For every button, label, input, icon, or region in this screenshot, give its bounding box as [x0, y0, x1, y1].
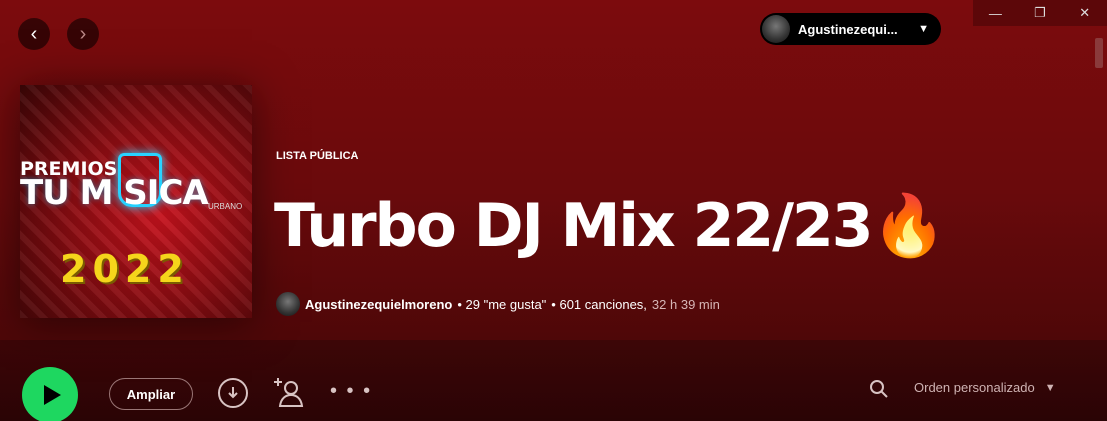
add-user-button[interactable]: [272, 376, 306, 408]
back-button[interactable]: ‹: [18, 18, 50, 50]
download-icon: [228, 387, 238, 399]
songs-count: • 601 canciones,: [551, 296, 647, 312]
avatar: [762, 15, 790, 43]
search-icon: [870, 380, 888, 398]
sort-label: Orden personalizado: [914, 380, 1035, 395]
sort-dropdown[interactable]: Orden personalizado ▼: [914, 380, 1056, 395]
add-user-icon: [274, 378, 304, 407]
owner-link[interactable]: Agustinezequielmoreno: [305, 297, 452, 312]
owner-avatar: [276, 292, 300, 316]
minimize-button[interactable]: —: [973, 0, 1018, 26]
play-button[interactable]: [22, 367, 78, 421]
user-name: Agustinezequi...: [798, 21, 898, 37]
playlist-meta: Agustinezequielmoreno • 29 "me gusta" • …: [276, 292, 720, 316]
cover-year-text: 2022: [60, 247, 190, 291]
scrollbar-thumb[interactable]: [1095, 38, 1103, 68]
restore-button[interactable]: ❐: [1018, 0, 1063, 26]
caret-down-icon: ▼: [1044, 381, 1056, 394]
download-button[interactable]: [218, 378, 248, 408]
forward-button[interactable]: ›: [67, 18, 99, 50]
close-button[interactable]: ✕: [1062, 0, 1107, 26]
chevron-left-icon: ‹: [30, 22, 38, 45]
cover-urbano-text: URBANO: [208, 202, 243, 211]
play-icon: [43, 385, 61, 405]
search-in-playlist-button[interactable]: [868, 378, 890, 400]
likes-count: • 29 "me gusta": [457, 296, 547, 312]
playlist-title[interactable]: Turbo DJ Mix 22/23🔥: [274, 190, 946, 261]
user-menu-button[interactable]: Agustinezequi... ▼: [760, 13, 941, 45]
cover-tumusica-text: TU M SICA: [20, 173, 209, 213]
more-options-button[interactable]: • • •: [330, 380, 372, 403]
window-controls: — ❐ ✕: [973, 0, 1107, 26]
duration: 32 h 39 min: [651, 296, 720, 312]
caret-down-icon: ▼: [918, 23, 929, 35]
chevron-right-icon: ›: [79, 22, 87, 45]
ampliar-button[interactable]: Ampliar: [109, 378, 193, 410]
playlist-cover[interactable]: PREMIOS TU M SICA URBANO 2022: [20, 85, 252, 318]
playlist-type-label: LISTA PÚBLICA: [276, 150, 359, 162]
